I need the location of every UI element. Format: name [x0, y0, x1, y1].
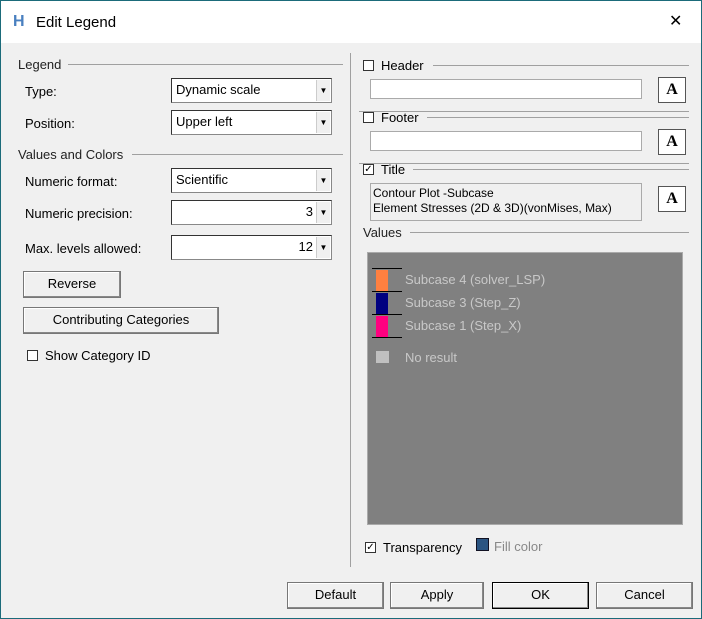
- divider: [359, 163, 689, 164]
- vertical-separator: [350, 53, 351, 567]
- close-button[interactable]: ✕: [669, 11, 682, 31]
- footer-checkbox[interactable]: [363, 112, 374, 123]
- title-line-1: Contour Plot -Subcase: [373, 186, 494, 200]
- legend-separator: [372, 268, 402, 269]
- legend-item-label: Subcase 3 (Step_Z): [405, 295, 521, 310]
- header-input[interactable]: [370, 79, 642, 99]
- divider: [413, 169, 689, 170]
- title-font-button[interactable]: A: [658, 186, 686, 212]
- divider: [427, 117, 689, 118]
- contributing-categories-button[interactable]: Contributing Categories: [23, 307, 219, 334]
- divider: [433, 65, 689, 66]
- numeric-format-select[interactable]: Scientific ▼: [171, 168, 332, 193]
- chevron-down-icon: ▼: [316, 80, 330, 101]
- max-levels-label: Max. levels allowed:: [25, 241, 142, 256]
- chevron-down-icon: ▼: [316, 170, 330, 191]
- header-font-button[interactable]: A: [658, 77, 686, 103]
- transparency-checkbox[interactable]: ✓: [365, 542, 376, 553]
- footer-input[interactable]: [370, 131, 642, 151]
- chevron-down-icon: ▼: [316, 202, 330, 223]
- position-value: Upper left: [176, 114, 233, 129]
- show-category-id-checkbox[interactable]: [27, 350, 38, 361]
- title-line-2: Element Stresses (2D & 3D)(vonMises, Max…: [373, 201, 612, 215]
- legend-color-swatch: [376, 316, 388, 337]
- chevron-down-icon: ▼: [316, 112, 330, 133]
- position-select[interactable]: Upper left ▼: [171, 110, 332, 135]
- legend-color-swatch: [376, 293, 388, 314]
- legend-group-label: Legend: [18, 57, 62, 72]
- legend-item-label: Subcase 1 (Step_X): [405, 318, 522, 333]
- title-checkbox[interactable]: ✓: [363, 164, 374, 175]
- type-select[interactable]: Dynamic scale ▼: [171, 78, 332, 103]
- app-icon: H: [13, 13, 25, 30]
- title-bar: H Edit Legend ✕: [1, 1, 701, 43]
- numeric-precision-value: 3: [305, 204, 313, 219]
- title-label: Title: [381, 162, 406, 177]
- legend-separator: [372, 314, 402, 315]
- header-checkbox[interactable]: [363, 60, 374, 71]
- fill-color-swatch[interactable]: [476, 538, 489, 551]
- no-result-label: No result: [405, 350, 458, 365]
- max-levels-value: 12: [298, 239, 313, 254]
- legend-separator: [372, 337, 402, 338]
- show-category-id-label: Show Category ID: [45, 348, 151, 363]
- numeric-format-value: Scientific: [176, 172, 229, 187]
- divider: [410, 232, 689, 233]
- divider: [132, 154, 343, 155]
- chevron-down-icon: ▼: [316, 237, 330, 258]
- ok-button[interactable]: OK: [492, 582, 589, 609]
- no-result-swatch: [376, 351, 389, 363]
- legend-preview: Subcase 4 (solver_LSP) Subcase 3 (Step_Z…: [367, 252, 683, 525]
- footer-font-button[interactable]: A: [658, 129, 686, 155]
- type-value: Dynamic scale: [176, 82, 261, 97]
- window-title: Edit Legend: [36, 14, 117, 31]
- numeric-precision-spinner[interactable]: 3 ▼: [171, 200, 332, 225]
- numeric-precision-label: Numeric precision:: [25, 206, 133, 221]
- title-textarea[interactable]: Contour Plot -Subcase Element Stresses (…: [370, 183, 642, 221]
- legend-item-label: Subcase 4 (solver_LSP): [405, 272, 546, 287]
- legend-color-swatch: [376, 270, 388, 291]
- divider: [68, 64, 343, 65]
- footer-label: Footer: [381, 110, 419, 125]
- legend-separator: [372, 291, 402, 292]
- header-label: Header: [381, 58, 424, 73]
- transparency-label: Transparency: [383, 540, 462, 555]
- reverse-button[interactable]: Reverse: [23, 271, 121, 298]
- apply-button[interactable]: Apply: [390, 582, 484, 609]
- values-group-label: Values: [363, 225, 402, 240]
- max-levels-spinner[interactable]: 12 ▼: [171, 235, 332, 260]
- type-label: Type:: [25, 84, 57, 99]
- values-colors-group-label: Values and Colors: [18, 147, 124, 162]
- fill-color-label: Fill color: [494, 539, 543, 554]
- cancel-button[interactable]: Cancel: [596, 582, 693, 609]
- position-label: Position:: [25, 116, 75, 131]
- default-button[interactable]: Default: [287, 582, 384, 609]
- numeric-format-label: Numeric format:: [25, 174, 118, 189]
